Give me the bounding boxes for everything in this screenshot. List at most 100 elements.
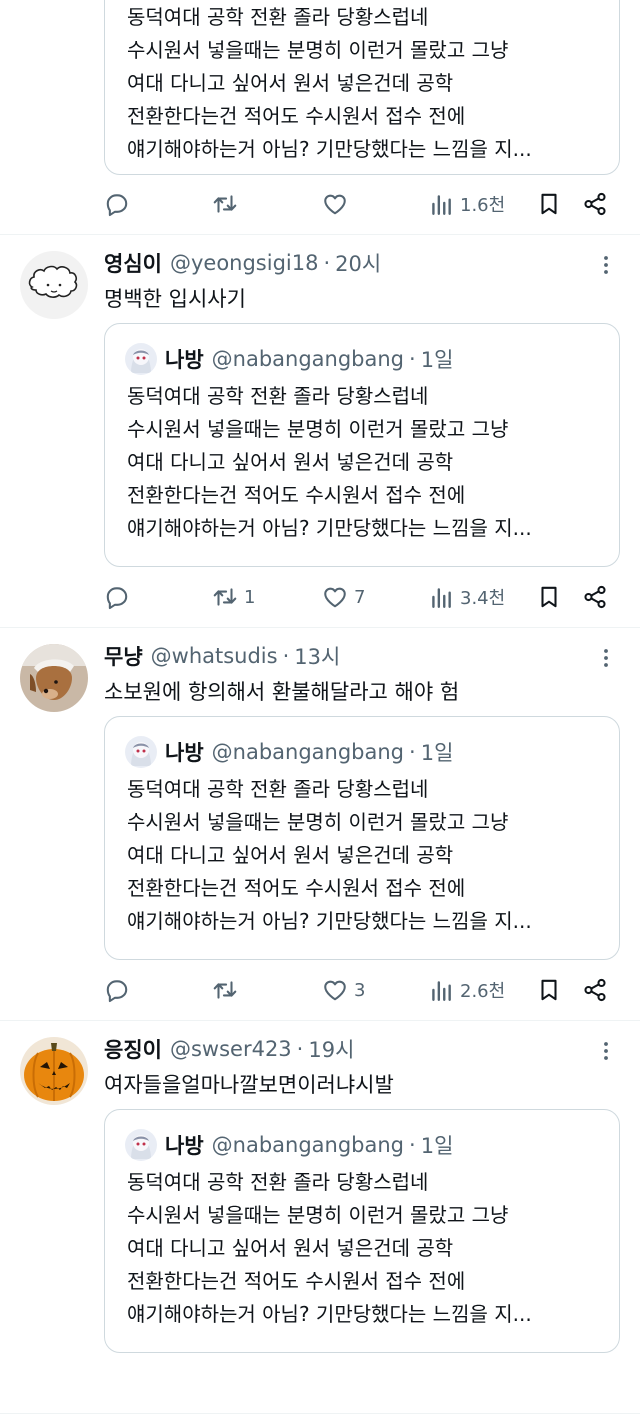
more-options-button[interactable] xyxy=(594,646,618,670)
views-count: 3.4천 xyxy=(460,588,506,609)
quoted-line: 전환한다는건 적어도 수시원서 접수 전에 xyxy=(127,104,466,128)
views-count: 2.6천 xyxy=(460,981,506,1002)
bookmark-button[interactable] xyxy=(536,184,562,224)
more-options-button[interactable] xyxy=(594,1039,618,1063)
share-button[interactable] xyxy=(582,970,608,1010)
action-bar: 3 2.6천 xyxy=(0,970,640,1010)
user-handle[interactable]: @swser423 xyxy=(170,1037,292,1061)
bookmark-button[interactable] xyxy=(536,577,562,617)
retweet-icon xyxy=(213,981,237,999)
like-button[interactable]: 3 xyxy=(322,970,365,1010)
reply-feed: 동덕여대 공학 전환 졸라 당황스럽네 수시원서 넣을때는 분명히 이런거 몰랐… xyxy=(0,0,640,1414)
retweet-button[interactable]: 1 xyxy=(212,577,255,617)
timestamp[interactable]: 19시 xyxy=(308,1034,354,1064)
display-name[interactable]: 응징이 xyxy=(104,1034,162,1064)
views-button[interactable]: 2.6천 xyxy=(428,970,505,1010)
anime-character-avatar-icon xyxy=(125,343,157,375)
heart-icon xyxy=(324,194,346,215)
reply-tweet[interactable]: 응징이 @swser423 · 19시 여자들을얼마나깔보면이러냐시발 나방 @… xyxy=(0,1021,640,1414)
reply-button[interactable] xyxy=(104,970,130,1010)
avatar[interactable] xyxy=(20,1037,88,1105)
retweet-button[interactable] xyxy=(212,184,238,224)
quoted-timestamp: 1일 xyxy=(420,1134,454,1158)
timestamp[interactable]: 13시 xyxy=(294,641,340,671)
quoted-tweet[interactable]: 나방 @nabangangbang · 1일 동덕여대 공학 전환 졸라 당황스… xyxy=(104,1109,620,1353)
quoted-tweet[interactable]: 나방 @nabangangbang · 1일 동덕여대 공학 전환 졸라 당황스… xyxy=(104,716,620,960)
share-button[interactable] xyxy=(582,577,608,617)
reply-button[interactable] xyxy=(104,184,130,224)
quoted-display-name: 나방 xyxy=(165,741,204,765)
quoted-line: 수시원서 넣을때는 분명히 이런거 몰랐고 그냥 xyxy=(127,1203,509,1227)
user-handle[interactable]: @yeongsigi18 xyxy=(170,251,319,275)
quoted-line: 동덕여대 공학 전환 졸라 당황스럽네 xyxy=(127,1170,429,1194)
tweet-text: 명백한 입시사기 xyxy=(104,287,246,311)
bookmark-button[interactable] xyxy=(536,970,562,1010)
quoted-avatar xyxy=(125,1129,157,1161)
reply-icon xyxy=(106,194,128,217)
quoted-line: 수시원서 넣을때는 분명히 이런거 몰랐고 그냥 xyxy=(127,417,509,441)
retweet-icon xyxy=(213,195,237,213)
user-handle[interactable]: @whatsudis xyxy=(151,644,278,668)
quoted-line: 여대 다니고 싶어서 원서 넣은건데 공학 xyxy=(127,843,454,867)
views-chart-icon xyxy=(432,195,451,215)
timestamp[interactable]: 20시 xyxy=(335,248,381,278)
quoted-line: 여대 다니고 싶어서 원서 넣은건데 공학 xyxy=(127,1236,454,1260)
quoted-tweet-text: 동덕여대 공학 전환 졸라 당황스럽네 수시원서 넣을때는 분명히 이런거 몰랐… xyxy=(127,1,597,166)
action-bar: 1.6천 xyxy=(0,184,640,224)
quoted-line: 여대 다니고 싶어서 원서 넣은건데 공학 xyxy=(127,71,454,95)
views-button[interactable]: 3.4천 xyxy=(428,577,505,617)
quoted-handle: @nabangangbang xyxy=(211,347,405,371)
quoted-line: 전환한다는건 적어도 수시원서 접수 전에 xyxy=(127,483,466,507)
quoted-handle: @nabangangbang xyxy=(211,740,405,764)
separator-dot: · xyxy=(296,1037,304,1061)
retweet-button[interactable] xyxy=(212,970,238,1010)
like-count: 3 xyxy=(354,979,366,1001)
pumpkin-avatar-icon xyxy=(20,1037,88,1105)
quoted-tweet[interactable]: 동덕여대 공학 전환 졸라 당황스럽네 수시원서 넣을때는 분명히 이런거 몰랐… xyxy=(104,0,620,175)
like-count: 7 xyxy=(354,586,366,608)
retweet-icon xyxy=(213,588,237,606)
action-bar: 1 7 3.4천 xyxy=(0,577,640,617)
heart-icon xyxy=(324,980,346,1001)
like-button[interactable]: 7 xyxy=(322,577,365,617)
top-tweet[interactable]: 동덕여대 공학 전환 졸라 당황스럽네 수시원서 넣을때는 분명히 이런거 몰랐… xyxy=(0,0,640,235)
quoted-line: 동덕여대 공학 전환 졸라 당황스럽네 xyxy=(127,384,429,408)
bookmark-icon xyxy=(541,193,557,215)
quoted-header: 나방 @nabangangbang · 1일 xyxy=(125,735,453,769)
quoted-tweet-text: 동덕여대 공학 전환 졸라 당황스럽네 수시원서 넣을때는 분명히 이런거 몰랐… xyxy=(127,773,597,938)
dog-photo-avatar-icon xyxy=(20,644,88,712)
quoted-line: 수시원서 넣을때는 분명히 이런거 몰랐고 그냥 xyxy=(127,38,509,62)
tweet-text: 소보원에 항의해서 환불해달라고 해야 험 xyxy=(104,680,460,704)
quoted-display-name: 나방 xyxy=(165,348,204,372)
quoted-line: 얘기해야하는거 아님? 기만당했다는 느낌을 지... xyxy=(127,516,532,540)
more-vertical-icon xyxy=(604,1042,608,1060)
display-name[interactable]: 영심이 xyxy=(104,248,162,278)
quoted-line: 얘기해야하는거 아님? 기만당했다는 느낌을 지... xyxy=(127,1302,532,1326)
views-button[interactable]: 1.6천 xyxy=(428,184,505,224)
quoted-tweet-text: 동덕여대 공학 전환 졸라 당황스럽네 수시원서 넣을때는 분명히 이런거 몰랐… xyxy=(127,1166,597,1331)
reply-button[interactable] xyxy=(104,577,130,617)
more-options-button[interactable] xyxy=(594,253,618,277)
anime-character-avatar-icon xyxy=(125,1129,157,1161)
display-name[interactable]: 무냥 xyxy=(104,641,143,671)
tweet-header: 무냥 @whatsudis · 13시 xyxy=(104,640,340,672)
more-vertical-icon xyxy=(604,649,608,667)
avatar[interactable] xyxy=(20,251,88,319)
bookmark-icon xyxy=(541,979,557,1001)
reply-tweet[interactable]: 영심이 @yeongsigi18 · 20시 명백한 입시사기 나방 @naba… xyxy=(0,235,640,628)
quoted-avatar xyxy=(125,343,157,375)
separator-dot: · xyxy=(409,740,416,764)
views-count: 1.6천 xyxy=(460,195,506,216)
quoted-tweet[interactable]: 나방 @nabangangbang · 1일 동덕여대 공학 전환 졸라 당황스… xyxy=(104,323,620,567)
like-button[interactable] xyxy=(322,184,348,224)
more-vertical-icon xyxy=(604,256,608,274)
reply-tweet[interactable]: 무냥 @whatsudis · 13시 소보원에 항의해서 환불해달라고 해야 … xyxy=(0,628,640,1021)
tweet-text: 여자들을얼마나깔보면이러냐시발 xyxy=(104,1073,394,1097)
separator-dot: · xyxy=(323,251,331,275)
avatar[interactable] xyxy=(20,644,88,712)
share-icon xyxy=(584,192,606,216)
share-button[interactable] xyxy=(582,184,608,224)
quoted-line: 동덕여대 공학 전환 졸라 당황스럽네 xyxy=(127,777,429,801)
separator-dot: · xyxy=(409,347,416,371)
quoted-line: 얘기해야하는거 아님? 기만당했다는 느낌을 지... xyxy=(127,909,532,933)
